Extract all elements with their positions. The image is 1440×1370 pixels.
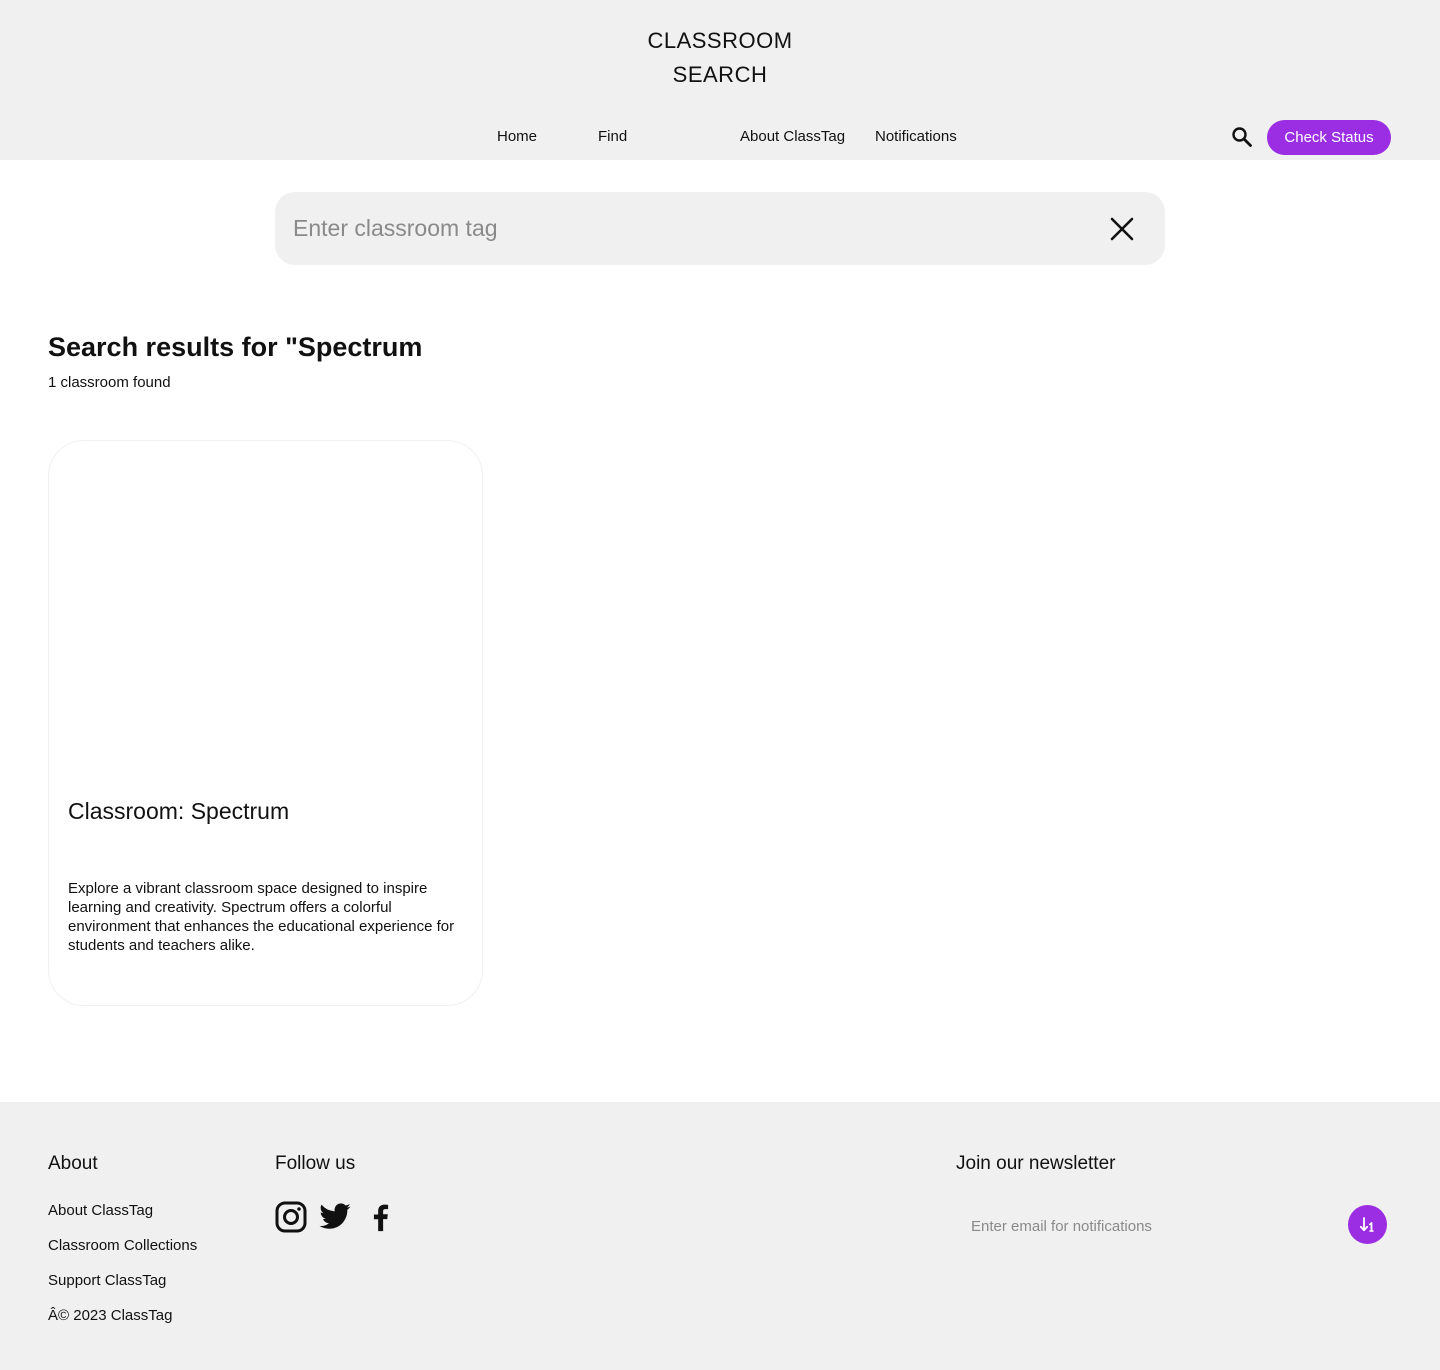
- classroom-search-bar: [275, 192, 1165, 265]
- newsletter-submit-button[interactable]: [1348, 1205, 1387, 1244]
- classroom-card-description: Explore a vibrant classroom space design…: [68, 880, 455, 954]
- close-icon[interactable]: [1108, 215, 1136, 243]
- footer-copyright: Â© 2023 ClassTag: [48, 1307, 173, 1324]
- nav-home[interactable]: Home: [497, 126, 537, 148]
- instagram-icon[interactable]: [274, 1200, 308, 1234]
- classroom-card[interactable]: Classroom: Spectrum Explore a vibrant cl…: [48, 440, 483, 1006]
- sort-arrow-icon: [1359, 1217, 1374, 1232]
- results-title: Search results for "Spectrum: [48, 332, 423, 362]
- footer-newsletter-heading: Join our newsletter: [956, 1153, 1116, 1174]
- footer-about-heading: About: [48, 1153, 98, 1174]
- footer-link-about-classtag[interactable]: About ClassTag: [48, 1201, 153, 1221]
- nav-notifications[interactable]: Notifications: [875, 126, 957, 148]
- twitter-icon[interactable]: [318, 1200, 352, 1234]
- site-header: CLASSROOM SEARCH Home Find About ClassTa…: [0, 0, 1440, 160]
- footer-follow-heading: Follow us: [275, 1153, 356, 1174]
- classroom-card-title: Classroom: Spectrum: [68, 798, 290, 824]
- site-logo[interactable]: CLASSROOM SEARCH: [620, 24, 820, 92]
- check-status-button[interactable]: Check Status: [1267, 120, 1391, 155]
- results-count: 1 classroom found: [48, 374, 171, 391]
- footer-link-classroom-collections[interactable]: Classroom Collections: [48, 1236, 197, 1256]
- classroom-tag-input[interactable]: [293, 192, 1083, 265]
- search-icon[interactable]: [1230, 125, 1254, 149]
- site-footer: About About ClassTag Classroom Collectio…: [0, 1102, 1440, 1370]
- newsletter-email-input[interactable]: [956, 1208, 1336, 1244]
- nav-find[interactable]: Find: [598, 126, 627, 148]
- footer-link-support-classtag[interactable]: Support ClassTag: [48, 1271, 166, 1291]
- nav-about-classtag[interactable]: About ClassTag: [740, 126, 845, 148]
- facebook-icon[interactable]: [364, 1200, 398, 1234]
